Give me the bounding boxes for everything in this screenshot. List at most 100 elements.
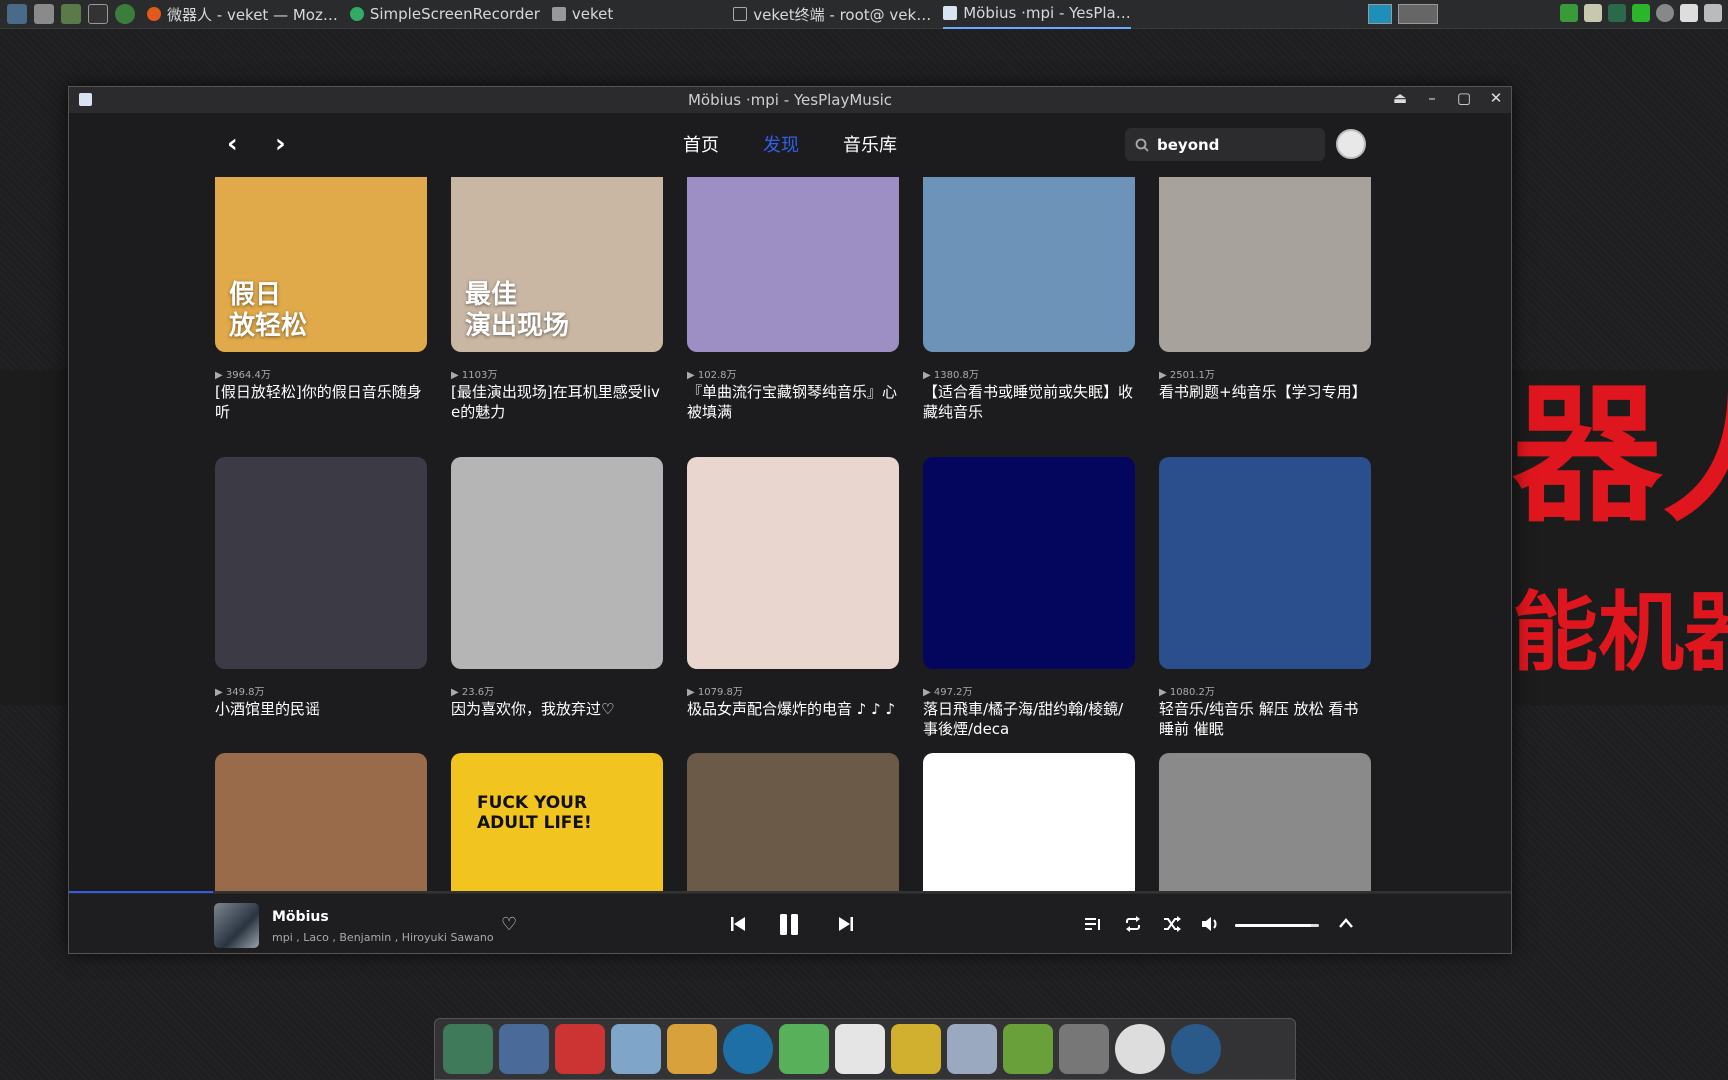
dock-app-icon[interactable] — [667, 1024, 717, 1074]
task-firefox[interactable]: 微器人 - veket — Moz… — [147, 0, 338, 29]
pause-icon[interactable] — [779, 914, 799, 935]
playlist-cover[interactable]: 假日 放轻松 — [215, 177, 427, 352]
chevron-up-icon[interactable] — [1339, 918, 1353, 928]
playlist-title[interactable]: 【适合看书或睡觉前或失眠】收藏纯音乐 — [923, 382, 1135, 422]
now-playing-cover[interactable] — [214, 903, 259, 948]
playlist-cover[interactable] — [1159, 457, 1371, 669]
search-box[interactable] — [1125, 128, 1325, 161]
playlist-cover[interactable] — [687, 457, 899, 669]
help-icon[interactable] — [1003, 1024, 1053, 1074]
now-playing-title[interactable]: Möbius — [272, 909, 329, 925]
close-button[interactable]: ✕ — [1487, 89, 1505, 107]
playlist-title[interactable]: 『单曲流行宝藏钢琴纯音乐』心被填满 — [687, 382, 899, 422]
playlist-cover[interactable] — [1159, 177, 1371, 352]
now-playing-artists[interactable]: mpi , Laco , Benjamin , Hiroyuki Sawano — [272, 931, 494, 944]
keyboard-icon[interactable] — [1704, 4, 1722, 22]
playlist-card[interactable]: ▶ 1080.2万 轻音乐/纯音乐 解压 放松 看书 睡前 催眠 — [1159, 457, 1371, 739]
playlist-cover[interactable] — [687, 753, 899, 891]
previous-track-icon[interactable] — [731, 916, 745, 932]
playlist-card[interactable]: ▶ 23.6万 因为喜欢你，我放弃过♡ — [451, 457, 663, 719]
playlist-card[interactable]: ▶ 349.8万 小酒馆里的民谣 — [215, 457, 427, 719]
desktop-switcher-1[interactable] — [1368, 4, 1392, 24]
task-yesplaymusic[interactable]: Möbius ·mpi - YesPla… — [943, 0, 1131, 29]
playlist-cover[interactable] — [687, 177, 899, 352]
playlist-title[interactable]: 落日飛車/橘子海/甜约翰/棱鏡/事後煙/deca — [923, 699, 1135, 739]
shield-icon[interactable] — [1560, 4, 1578, 22]
dock-app-icon[interactable] — [443, 1024, 493, 1074]
brightness-icon[interactable] — [1115, 1024, 1165, 1074]
tab-home[interactable]: 首页 — [683, 131, 719, 157]
battery-icon[interactable] — [1632, 4, 1650, 22]
system-monitor-icon[interactable] — [7, 4, 27, 24]
volume-slider[interactable] — [1235, 924, 1319, 927]
shuffle-icon[interactable] — [1163, 916, 1181, 932]
playlist-card[interactable]: ▶ 497.2万 落日飛車/橘子海/甜约翰/棱鏡/事後煙/deca — [923, 457, 1135, 739]
playlist-cover[interactable] — [1159, 753, 1371, 891]
network-icon[interactable] — [1608, 4, 1626, 22]
playlist-title[interactable]: 因为喜欢你，我放弃过♡ — [451, 699, 663, 719]
playlist-queue-icon[interactable] — [1085, 916, 1101, 932]
playlist-card[interactable]: ▶ 102.8万 『单曲流行宝藏钢琴纯音乐』心被填满 — [687, 177, 899, 422]
chart-app-icon[interactable] — [947, 1024, 997, 1074]
playlist-title[interactable]: 轻音乐/纯音乐 解压 放松 看书 睡前 催眠 — [1159, 699, 1371, 739]
avatar[interactable] — [1336, 129, 1366, 159]
playlist-card[interactable]: 假日 放轻松 ▶ 3964.4万 [假日放轻松]你的假日音乐随身听 — [215, 177, 427, 422]
shade-button[interactable]: ⏏ — [1391, 89, 1409, 107]
playlist-cover[interactable] — [923, 177, 1135, 352]
playlist-card[interactable] — [1159, 753, 1371, 891]
window-titlebar[interactable]: Möbius ·mpi - YesPlayMusic ⏏ – ▢ ✕ — [69, 87, 1511, 113]
playlist-title[interactable]: [最佳演出现场]在耳机里感受live的魅力 — [451, 382, 663, 422]
playlist-card[interactable] — [923, 753, 1135, 891]
minimize-button[interactable]: – — [1423, 89, 1441, 107]
task-terminal[interactable]: veket终端 - root@ vek… — [733, 0, 931, 29]
playlist-cover[interactable] — [923, 753, 1135, 891]
playlist-title[interactable]: [假日放轻松]你的假日音乐随身听 — [215, 382, 427, 422]
dock-app-icon[interactable] — [779, 1024, 829, 1074]
playlist-cover[interactable] — [215, 457, 427, 669]
maximize-button[interactable]: ▢ — [1455, 89, 1473, 107]
playlist-title[interactable]: 极品女声配合爆炸的电音 ♪ ♪ ♪ — [687, 699, 899, 719]
task-label: SimpleScreenRecorder — [369, 5, 540, 23]
clipboard-icon[interactable] — [1584, 4, 1602, 22]
playlist-card[interactable] — [687, 753, 899, 891]
globe-icon[interactable] — [115, 4, 135, 24]
dock-app-icon[interactable] — [891, 1024, 941, 1074]
playlist-card[interactable] — [215, 753, 427, 891]
back-button[interactable]: ‹ — [227, 129, 238, 159]
playlist-cover[interactable] — [451, 457, 663, 669]
play-icon[interactable] — [61, 4, 81, 24]
forward-button[interactable]: › — [275, 129, 286, 159]
playlist-card[interactable]: FUCK YOUR ADULT LIFE! — [451, 753, 663, 891]
search-input[interactable] — [1157, 135, 1307, 154]
task-folder[interactable]: veket — [551, 0, 613, 29]
playlist-title[interactable]: 小酒馆里的民谣 — [215, 699, 427, 719]
playlist-card[interactable]: ▶ 1079.8万 极品女声配合爆炸的电音 ♪ ♪ ♪ — [687, 457, 899, 719]
dock-app-icon[interactable] — [723, 1024, 773, 1074]
dock-app-icon[interactable] — [1171, 1024, 1221, 1074]
playlist-cover[interactable] — [215, 753, 427, 891]
repeat-icon[interactable] — [1124, 916, 1142, 932]
playlist-cover[interactable]: FUCK YOUR ADULT LIFE! — [451, 753, 663, 891]
terminal-icon[interactable] — [88, 4, 108, 24]
media-icon[interactable] — [1680, 4, 1698, 22]
playlist-title[interactable]: 看书刷题+纯音乐【学习专用】 — [1159, 382, 1371, 402]
playlist-card[interactable]: ▶ 2501.1万 看书刷题+纯音乐【学习专用】 — [1159, 177, 1371, 402]
settings-icon[interactable] — [34, 4, 54, 24]
next-track-icon[interactable] — [839, 916, 853, 932]
desktop-switcher-2[interactable] — [1398, 4, 1438, 24]
dock-app-icon[interactable] — [555, 1024, 605, 1074]
dock-app-icon[interactable] — [611, 1024, 661, 1074]
playlist-cover[interactable]: 最佳 演出现场 — [451, 177, 663, 352]
info-icon[interactable] — [1656, 4, 1674, 22]
penguin-icon[interactable] — [835, 1024, 885, 1074]
tab-discover[interactable]: 发现 — [763, 131, 799, 157]
dock-app-icon[interactable] — [1059, 1024, 1109, 1074]
task-screen-recorder[interactable]: SimpleScreenRecorder — [349, 0, 540, 29]
like-heart-icon[interactable]: ♡ — [501, 914, 517, 935]
playlist-card[interactable]: 最佳 演出现场 ▶ 1103万 [最佳演出现场]在耳机里感受live的魅力 — [451, 177, 663, 422]
playlist-card[interactable]: ▶ 1380.8万 【适合看书或睡觉前或失眠】收藏纯音乐 — [923, 177, 1135, 422]
playlist-cover[interactable] — [923, 457, 1135, 669]
volume-icon[interactable] — [1202, 916, 1220, 932]
dock-app-icon[interactable] — [499, 1024, 549, 1074]
tab-library[interactable]: 音乐库 — [843, 131, 897, 157]
